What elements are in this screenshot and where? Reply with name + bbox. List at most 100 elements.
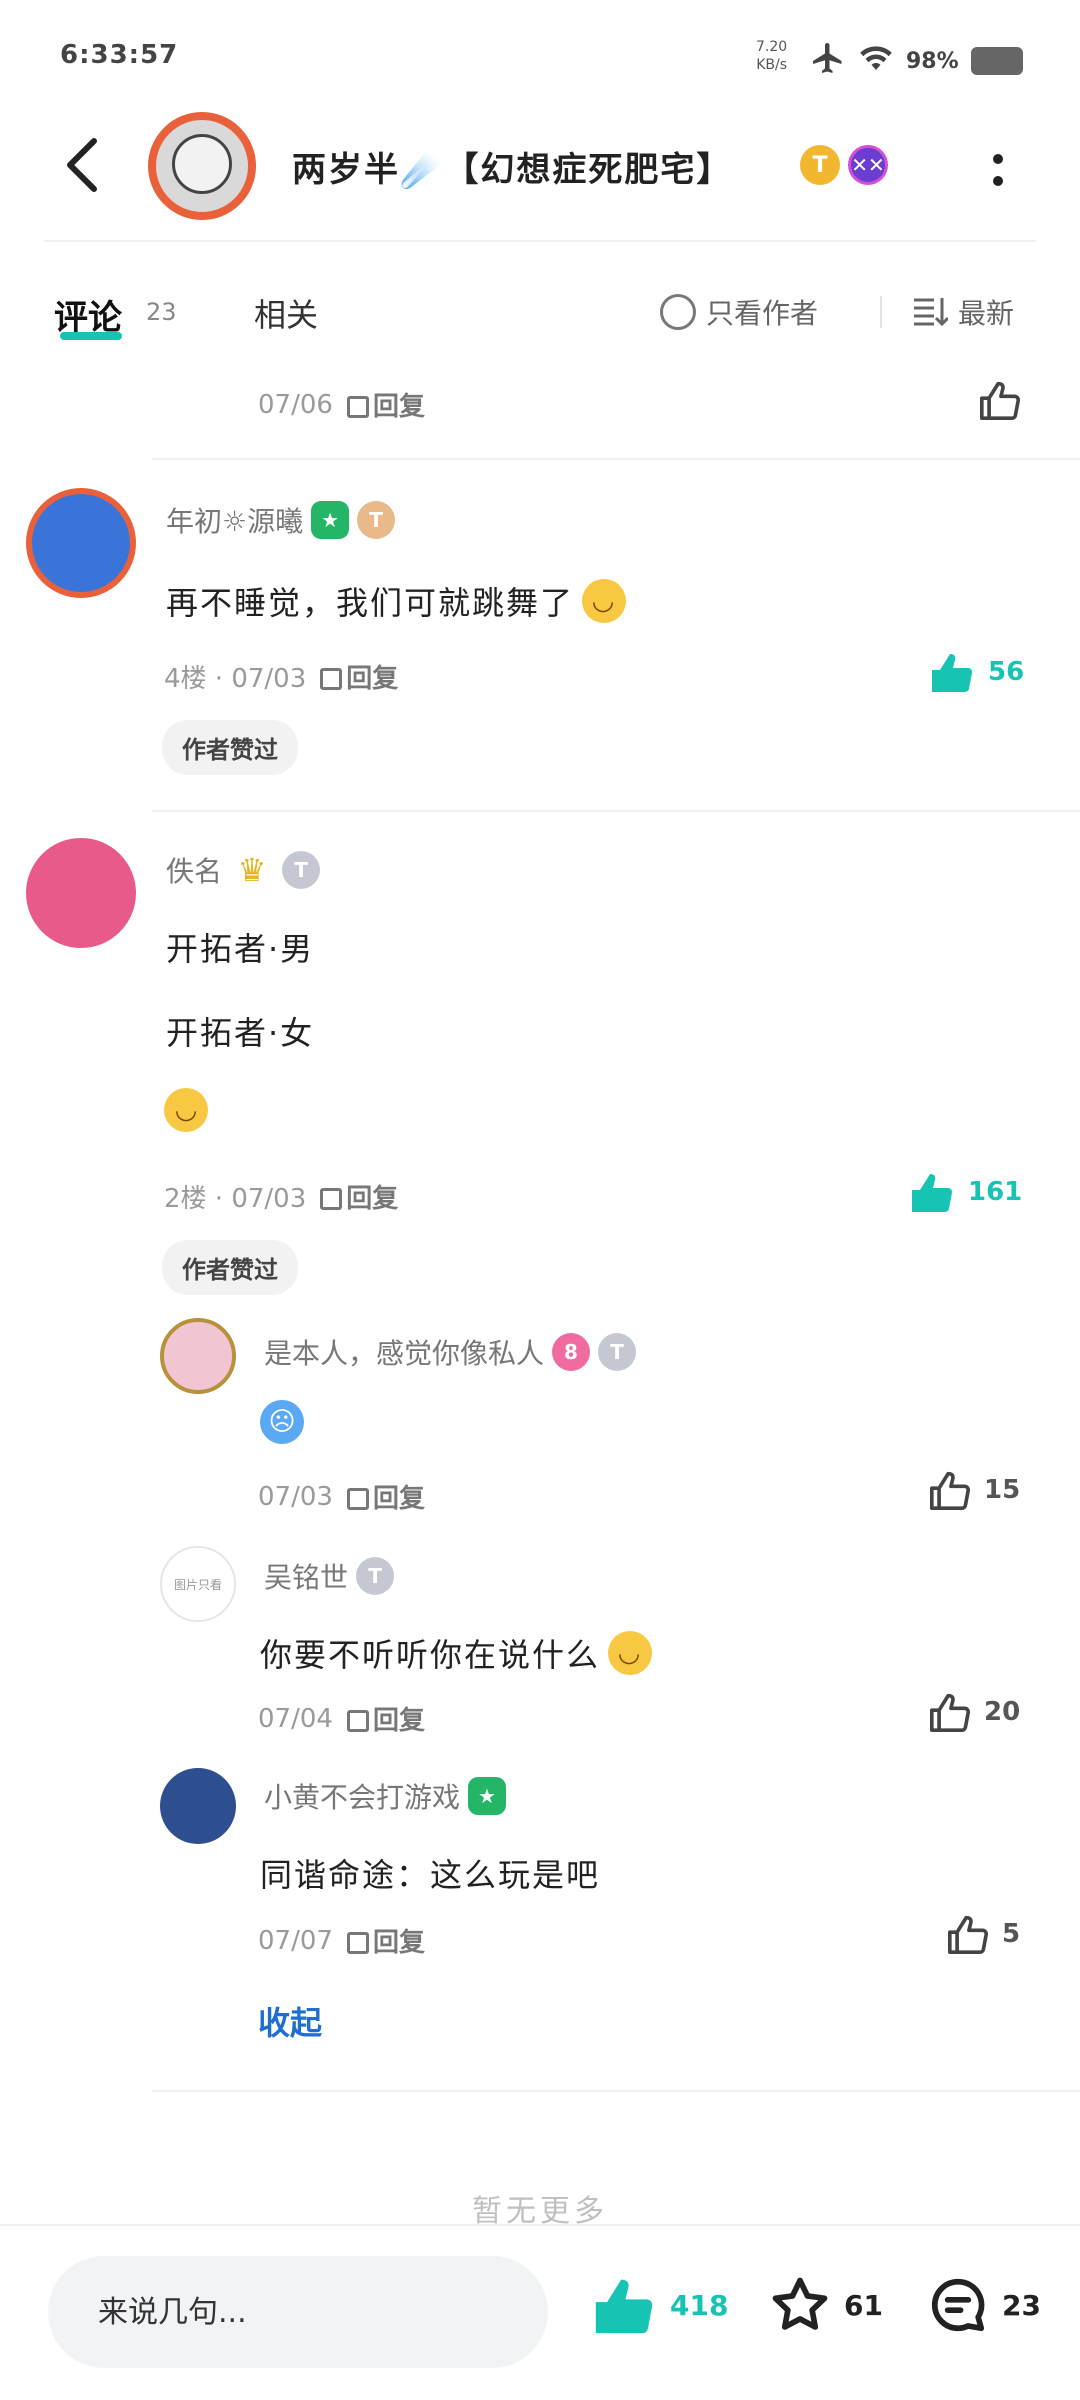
reply-button[interactable]: 回复: [320, 658, 398, 695]
comments-count: 23: [146, 298, 177, 326]
post-like-button[interactable]: 418: [590, 2274, 728, 2336]
comment-date: 07/06: [258, 389, 333, 420]
like-button[interactable]: 5: [946, 1914, 1020, 1954]
replier-avatar[interactable]: 图片只看: [160, 1546, 236, 1622]
sort-button[interactable]: 最新: [912, 292, 1014, 332]
comment-meta: 07/06 回复: [258, 386, 425, 423]
replier-avatar[interactable]: [160, 1768, 236, 1844]
reply-body: 你要不听听你在说什么 ◡: [260, 1630, 653, 1676]
like-button[interactable]: [978, 380, 1022, 420]
favorite-button[interactable]: 61: [768, 2274, 883, 2336]
like-count: 5: [1002, 1919, 1021, 1949]
reply-button[interactable]: 回复: [320, 1178, 398, 1215]
like-button[interactable]: 56: [928, 650, 1024, 694]
reply-username[interactable]: 小黄不会打游戏: [264, 1776, 460, 1816]
author-name[interactable]: 两岁半☄️【幻想症死肥宅】: [292, 142, 732, 191]
reply-icon: [320, 668, 343, 690]
comments-total: 23: [1002, 2288, 1041, 2322]
reply-button[interactable]: 回复: [346, 1478, 425, 1515]
crying-emoji-icon: ☹: [260, 1400, 304, 1444]
comment-input[interactable]: [48, 2256, 548, 2368]
chevron-left-icon: [67, 138, 97, 192]
reply-button[interactable]: 回复: [346, 1922, 425, 1959]
author-badges: T ✕✕: [800, 145, 888, 185]
network-speed-unit: KB/s: [756, 57, 787, 73]
comment-divider: [152, 810, 1080, 812]
smile-emoji-icon: ◡: [164, 1088, 208, 1132]
back-button[interactable]: [56, 130, 106, 200]
comment-input-pill[interactable]: [48, 2256, 548, 2368]
author-only-toggle[interactable]: 只看作者: [660, 292, 818, 332]
thumbs-up-filled-icon: [932, 654, 973, 693]
thumbs-up-icon: [929, 1693, 970, 1732]
reply-username-row: 小黄不会打游戏 ★: [264, 1776, 507, 1816]
collapse-replies-button[interactable]: 收起: [258, 1998, 322, 2044]
smug-emoji-icon: ◡: [582, 579, 627, 623]
author-avatar[interactable]: [148, 112, 256, 220]
reply-text: 你要不听听你在说什么: [260, 1636, 601, 1674]
reply-button[interactable]: 回复: [346, 1700, 425, 1737]
coin-badge-icon: T: [800, 145, 840, 185]
comment-floor-date: 2楼 · 07/03: [164, 1184, 307, 1214]
status-icons: 98%: [810, 40, 1023, 82]
more-options-button[interactable]: [990, 150, 1006, 190]
reply-label: 回复: [372, 1706, 425, 1736]
level-badge-icon: T: [356, 1557, 395, 1595]
network-speed-value: 7.20: [756, 39, 788, 55]
bottom-bar-divider: [0, 2224, 1080, 2226]
tab-related[interactable]: 相关: [254, 290, 318, 336]
comment-line: 开拓者·女: [166, 1014, 315, 1052]
level-badge-icon: T: [357, 501, 396, 539]
post-like-count: 418: [670, 2288, 729, 2322]
reply-icon: [346, 1710, 369, 1732]
like-count: 15: [984, 1475, 1021, 1505]
comment-bubble-icon: [931, 2278, 985, 2332]
avatar-placeholder-text: 图片只看: [173, 1577, 222, 1592]
comment-meta: 2楼 · 07/03 回复: [164, 1178, 398, 1215]
reply-date: 07/03: [258, 1481, 333, 1512]
reply-meta: 07/03 回复: [258, 1478, 425, 1515]
like-button[interactable]: 20: [928, 1692, 1020, 1732]
reply-meta: 07/07 回复: [258, 1922, 425, 1959]
verified-badge-icon: ★: [311, 501, 350, 539]
star-icon: [772, 2277, 828, 2330]
thumbs-up-filled-icon: [912, 1174, 953, 1213]
comment-floor-date: 4楼 · 07/03: [164, 664, 307, 694]
reply-button[interactable]: 回复: [346, 386, 425, 423]
comment-username-row: 年初☼源曦 ★ T: [166, 500, 396, 540]
commenter-avatar[interactable]: [26, 488, 136, 598]
battery-percent: 98%: [906, 48, 959, 74]
more-dot-icon: [993, 176, 1003, 186]
comment-username[interactable]: 年初☼源曦: [166, 500, 303, 540]
reply-icon: [346, 1932, 369, 1954]
like-count: 56: [988, 657, 1025, 687]
comments-button[interactable]: 23: [926, 2274, 1041, 2336]
wifi-icon: [858, 42, 894, 80]
like-button[interactable]: 15: [928, 1470, 1020, 1510]
comment-username-row: 佚名 ♛ T: [166, 850, 321, 890]
reply-icon: [346, 396, 369, 418]
comment-username[interactable]: 佚名: [166, 850, 222, 890]
header-divider: [44, 240, 1036, 242]
like-button[interactable]: 161: [908, 1170, 1022, 1214]
commenter-avatar[interactable]: [26, 838, 136, 948]
reply-label: 回复: [346, 1184, 399, 1214]
reply-username-row: 吴铭世 T: [264, 1556, 395, 1596]
tabs-separator: [880, 296, 882, 328]
replier-avatar[interactable]: [160, 1318, 236, 1394]
thumbs-up-filled-icon: [595, 2279, 653, 2334]
smile-emoji-icon: ◡: [608, 1631, 653, 1675]
number-badge-icon: 8: [552, 1333, 591, 1371]
comment-meta: 4楼 · 07/03 回复: [164, 658, 398, 695]
skull-badge-icon: ✕✕: [848, 145, 888, 185]
reply-username[interactable]: 吴铭世: [264, 1556, 348, 1596]
verified-badge-icon: ★: [468, 1777, 507, 1815]
reply-label: 回复: [372, 1928, 425, 1958]
comment-line: 开拓者·男: [166, 930, 315, 968]
reply-icon: [320, 1188, 343, 1210]
level-badge-icon: T: [598, 1333, 637, 1371]
reply-username[interactable]: 是本人，感觉你像私人: [264, 1332, 544, 1372]
reply-label: 回复: [346, 664, 399, 694]
reply-text: 同谐命途：这么玩是吧: [260, 1856, 601, 1894]
radio-icon: [660, 294, 696, 330]
